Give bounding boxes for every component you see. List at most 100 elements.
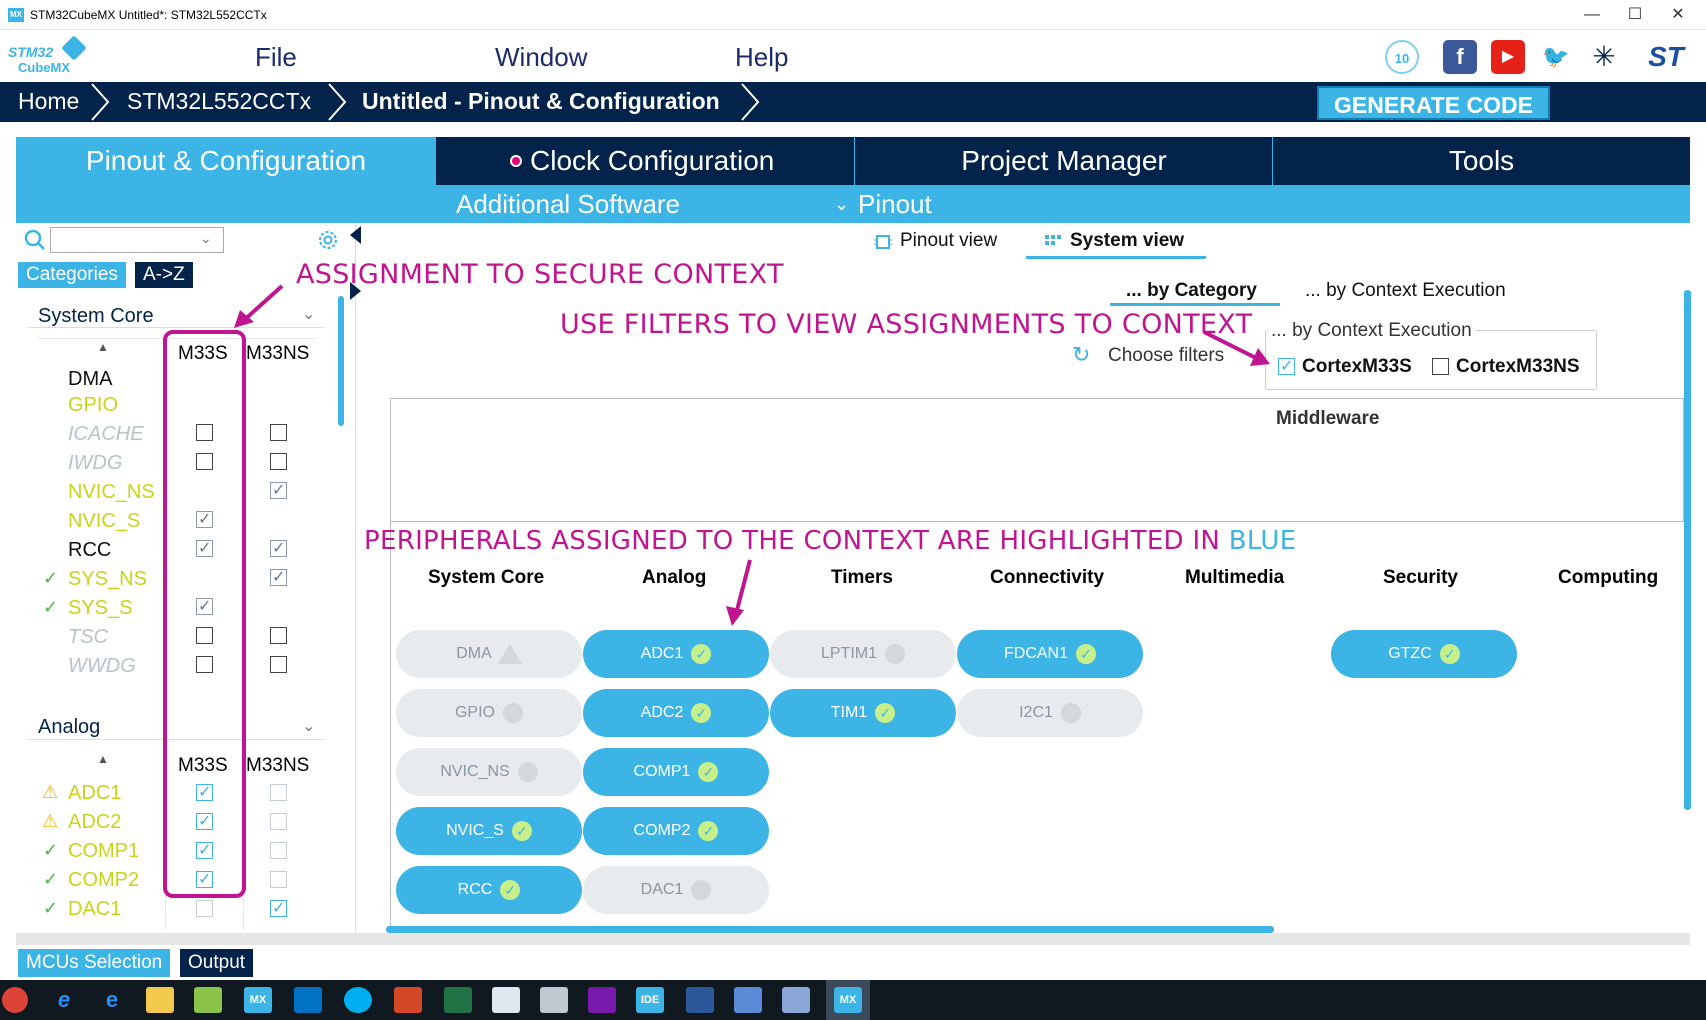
ide-icon[interactable]: IDE xyxy=(636,987,664,1013)
peripheral-gtzc[interactable]: GTZC ✓ xyxy=(1331,630,1517,678)
network-icon[interactable]: ✳ xyxy=(1587,40,1621,74)
checkbox-sys-ns-m33ns[interactable] xyxy=(270,567,287,587)
menu-file[interactable]: File xyxy=(255,42,297,73)
tab-clock-configuration[interactable]: Clock Configuration xyxy=(530,137,790,185)
list-item-wwdg[interactable]: WWDG xyxy=(68,655,136,678)
peripheral-lptim1[interactable]: LPTIM1 xyxy=(770,630,956,678)
app-icon[interactable] xyxy=(540,987,568,1013)
app-icon[interactable] xyxy=(782,987,810,1013)
breadcrumb-project[interactable]: Untitled - Pinout & Configuration xyxy=(362,88,720,115)
facebook-icon[interactable]: f xyxy=(1443,40,1477,74)
ie-icon[interactable]: e xyxy=(98,987,126,1013)
list-item-sys-s[interactable]: SYS_S xyxy=(68,597,132,620)
anniversary-icon[interactable]: 10 xyxy=(1385,40,1419,74)
twitter-icon[interactable]: 🐦 xyxy=(1539,40,1573,74)
st-logo-icon[interactable]: ST xyxy=(1637,40,1695,74)
checkbox-comp1-m33ns[interactable] xyxy=(270,842,287,859)
outlook-icon[interactable] xyxy=(294,987,322,1013)
tab-mcus-selection[interactable]: MCUs Selection xyxy=(18,949,171,977)
checkbox-iwdg-m33ns[interactable] xyxy=(270,453,287,470)
tab-pinout-configuration[interactable]: Pinout & Configuration xyxy=(16,137,436,185)
list-item-nvic-s[interactable]: NVIC_S xyxy=(68,510,140,533)
tab-system-view[interactable]: System view xyxy=(1070,230,1184,252)
list-item-iwdg[interactable]: IWDG xyxy=(68,452,122,475)
sort-icon[interactable]: ▲ xyxy=(97,752,109,766)
checkbox-adc2-m33ns[interactable] xyxy=(270,813,287,830)
list-item-dac1[interactable]: DAC1 xyxy=(68,898,121,921)
list-item-nvic-ns[interactable]: NVIC_NS xyxy=(68,481,155,504)
peripheral-nvic-s[interactable]: NVIC_S ✓ xyxy=(396,807,582,855)
peripheral-rcc[interactable]: RCC ✓ xyxy=(396,866,582,914)
checkbox-dac1-m33s[interactable] xyxy=(196,900,213,917)
peripheral-i2c1[interactable]: I2C1 xyxy=(957,689,1143,737)
peripheral-nvic-ns[interactable]: NVIC_NS xyxy=(396,748,582,796)
checkbox-tsc-m33ns[interactable] xyxy=(270,627,287,644)
onenote-icon[interactable] xyxy=(588,987,616,1013)
checkbox-rcc-m33ns[interactable] xyxy=(270,538,287,558)
tab-pinout-view[interactable]: Pinout view xyxy=(900,230,997,252)
close-icon[interactable]: ✕ xyxy=(1658,4,1698,26)
powerpoint-icon[interactable] xyxy=(394,987,422,1013)
peripheral-tim1[interactable]: TIM1 ✓ xyxy=(770,689,956,737)
word-icon[interactable] xyxy=(686,987,714,1013)
excel-icon[interactable] xyxy=(444,987,472,1013)
peripheral-comp1[interactable]: COMP1 ✓ xyxy=(583,748,769,796)
app-icon[interactable] xyxy=(734,987,762,1013)
checkbox-nvic-ns-m33ns[interactable] xyxy=(270,480,287,500)
list-item-adc2[interactable]: ADC2 xyxy=(68,811,121,834)
vertical-scrollbar[interactable] xyxy=(1684,290,1691,810)
splitter-bar[interactable] xyxy=(16,933,1690,945)
notepad-icon[interactable] xyxy=(194,987,222,1013)
edge-icon[interactable]: e xyxy=(50,987,78,1013)
horizontal-scrollbar[interactable] xyxy=(386,926,1274,933)
breadcrumb-home[interactable]: Home xyxy=(18,88,79,115)
tab-tools[interactable]: Tools xyxy=(1273,137,1690,185)
search-input[interactable] xyxy=(50,227,224,253)
peripheral-comp2[interactable]: COMP2 ✓ xyxy=(583,807,769,855)
list-item-gpio[interactable]: GPIO xyxy=(68,394,118,417)
search-icon[interactable] xyxy=(24,229,46,251)
list-item-adc1[interactable]: ADC1 xyxy=(68,782,121,805)
peripheral-adc1[interactable]: ADC1 ✓ xyxy=(583,630,769,678)
cubemx-taskbar-icon[interactable]: MX xyxy=(834,987,862,1013)
list-item-rcc[interactable]: RCC xyxy=(68,539,111,562)
menu-help[interactable]: Help xyxy=(735,42,788,73)
sort-icon[interactable]: ▲ xyxy=(97,340,109,354)
tab-additional-software[interactable]: Additional Software xyxy=(456,189,680,220)
tab-categories[interactable]: Categories xyxy=(18,262,126,288)
list-item-comp2[interactable]: COMP2 xyxy=(68,869,139,892)
checkbox-icache-m33ns[interactable] xyxy=(270,424,287,441)
tab-a-z[interactable]: A->Z xyxy=(135,262,193,288)
tab-pinout[interactable]: Pinout xyxy=(858,189,932,220)
tab-by-category[interactable]: ... by Category xyxy=(1126,280,1257,302)
checkbox-cortexm33ns[interactable] xyxy=(1432,358,1449,375)
skype-icon[interactable] xyxy=(344,987,372,1013)
chrome-icon[interactable] xyxy=(2,987,28,1013)
peripheral-dac1[interactable]: DAC1 xyxy=(583,866,769,914)
checkbox-wwdg-m33ns[interactable] xyxy=(270,656,287,673)
left-scrollbar[interactable] xyxy=(338,296,344,426)
gear-icon[interactable] xyxy=(316,228,340,252)
checkbox-cortexm33s[interactable] xyxy=(1278,356,1295,376)
app-icon[interactable] xyxy=(492,987,520,1013)
breadcrumb-mcu[interactable]: STM32L552CCTx xyxy=(127,88,311,115)
peripheral-dma[interactable]: DMA xyxy=(396,630,582,678)
checkbox-comp2-m33ns[interactable] xyxy=(270,871,287,888)
youtube-icon[interactable]: ▶ xyxy=(1491,40,1525,74)
peripheral-gpio[interactable]: GPIO xyxy=(396,689,582,737)
checkbox-dac1-m33ns[interactable] xyxy=(270,898,287,918)
generate-code-button[interactable]: GENERATE CODE xyxy=(1317,86,1550,120)
maximize-icon[interactable]: ☐ xyxy=(1615,4,1655,26)
list-item-comp1[interactable]: COMP1 xyxy=(68,840,139,863)
cubemx-taskbar-icon[interactable]: MX xyxy=(244,987,272,1013)
folder-icon[interactable] xyxy=(146,987,174,1013)
tab-output[interactable]: Output xyxy=(180,949,254,977)
tab-by-context-execution[interactable]: ... by Context Execution xyxy=(1305,280,1506,302)
list-item-dma[interactable]: DMA xyxy=(68,368,112,391)
list-item-tsc[interactable]: TSC xyxy=(68,626,108,649)
peripheral-adc2[interactable]: ADC2 ✓ xyxy=(583,689,769,737)
peripheral-fdcan1[interactable]: FDCAN1 ✓ xyxy=(957,630,1143,678)
menu-window[interactable]: Window xyxy=(495,42,587,73)
list-item-icache[interactable]: ICACHE xyxy=(68,423,144,446)
tab-project-manager[interactable]: Project Manager xyxy=(855,137,1273,185)
